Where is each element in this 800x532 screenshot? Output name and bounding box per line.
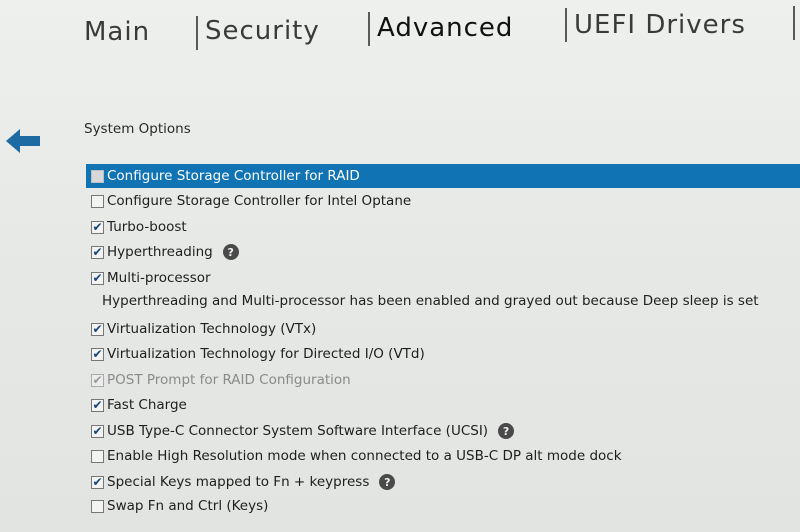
tab-main[interactable]: Main [84,17,150,47]
option-row[interactable]: ✔ Fast Charge [86,393,800,417]
tab-advanced[interactable]: Advanced [377,13,513,43]
tab-separator [196,16,198,50]
option-row[interactable]: Swap Fn and Ctrl (Keys) [86,494,800,518]
tab-bar: Main Security Advanced UEFI Drivers [0,0,800,60]
option-row[interactable]: ✔ Virtualization Technology (VTx) [86,317,800,341]
option-checkbox[interactable] [91,169,104,183]
option-checkbox[interactable] [91,499,104,513]
option-label: Multi-processor [107,270,211,286]
option-checkbox[interactable]: ✔ [91,398,104,412]
tab-uefi-drivers[interactable]: UEFI Drivers [574,10,746,40]
option-label: USB Type-C Connector System Software Int… [107,423,489,439]
option-checkbox[interactable]: ✔ [91,322,104,336]
option-row[interactable]: ✔ USB Type-C Connector System Software In… [86,419,800,443]
option-checkbox[interactable] [91,194,104,208]
option-row[interactable]: ✔ Hyperthreading? [86,240,800,264]
option-label: Fast Charge [107,397,187,413]
option-label: Configure Storage Controller for Intel O… [107,193,412,209]
help-icon[interactable]: ? [379,474,396,490]
tab-separator [565,8,567,42]
help-icon[interactable]: ? [498,423,515,439]
option-label: Swap Fn and Ctrl (Keys) [107,498,269,514]
option-row[interactable]: ✔ POST Prompt for RAID Configuration [86,368,800,392]
help-icon[interactable]: ? [222,244,239,260]
tab-separator [368,12,370,46]
option-label: Configure Storage Controller for RAID [107,168,360,184]
option-row[interactable]: Configure Storage Controller for RAID [86,164,800,188]
option-label: POST Prompt for RAID Configuration [107,372,351,388]
option-checkbox[interactable]: ✔ [91,271,104,285]
tab-separator [793,6,795,40]
option-checkbox[interactable]: ✔ [91,373,104,387]
option-row[interactable]: ✔ Multi-processor [86,266,800,290]
tab-security[interactable]: Security [205,16,320,46]
option-label: Enable High Resolution mode when connect… [107,448,622,464]
option-row[interactable]: Configure Storage Controller for Intel O… [86,189,800,213]
option-checkbox[interactable]: ✔ [91,245,104,259]
option-checkbox[interactable]: ✔ [91,220,104,234]
option-row[interactable]: ✔ Virtualization Technology for Directed … [86,342,800,366]
option-label: Turbo-boost [107,219,187,235]
section-title: System Options [84,121,191,137]
option-row[interactable]: ✔ Special Keys mapped to Fn + keypress? [86,470,800,494]
option-checkbox[interactable]: ✔ [91,475,104,489]
info-message: Hyperthreading and Multi-processor has b… [102,293,759,309]
option-row[interactable]: ✔ Turbo-boost [86,215,800,239]
option-label: Virtualization Technology (VTx) [107,321,317,337]
option-checkbox[interactable] [91,449,104,463]
option-label: Virtualization Technology for Directed I… [107,346,425,362]
back-arrow-icon[interactable] [4,126,42,156]
option-checkbox[interactable]: ✔ [91,347,104,361]
option-label: Special Keys mapped to Fn + keypress [107,474,370,490]
option-row[interactable]: Enable High Resolution mode when connect… [86,444,800,468]
option-checkbox[interactable]: ✔ [91,424,104,438]
option-label: Hyperthreading [107,244,213,260]
